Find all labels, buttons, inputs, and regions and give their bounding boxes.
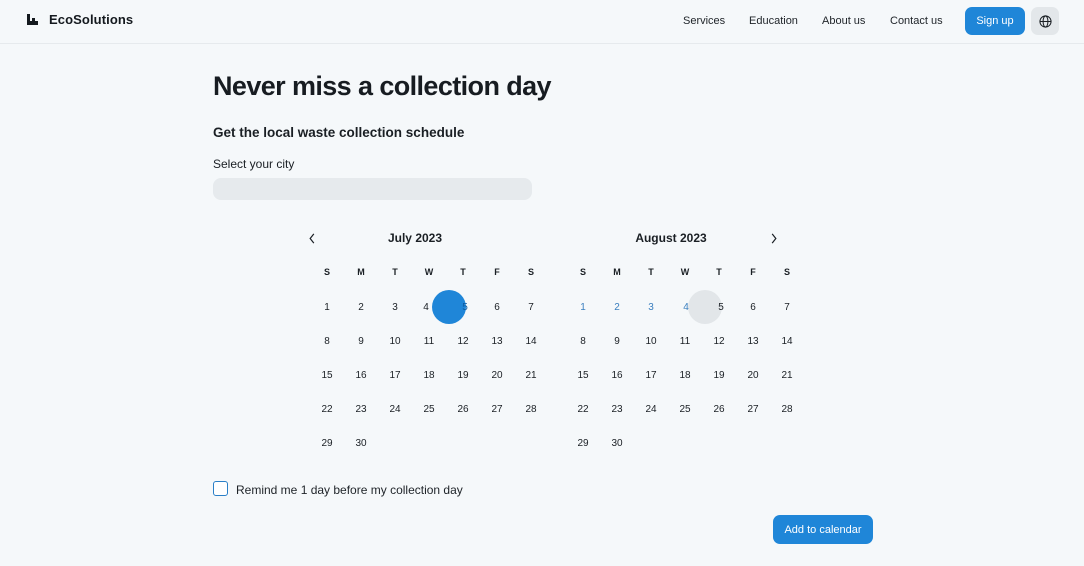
weekday-header: S: [783, 267, 790, 277]
calendar-day[interactable]: 12: [704, 335, 734, 349]
reminder-label: Remind me 1 day before my collection day: [236, 483, 463, 497]
top-navigation-bar: EcoSolutions Services Education About us…: [0, 0, 1084, 44]
calendar-day[interactable]: 1: [312, 301, 342, 315]
calendar-day[interactable]: 30: [346, 437, 376, 451]
city-select-input[interactable]: [213, 178, 532, 200]
weekday-header: S: [527, 267, 534, 277]
calendar-day[interactable]: 15: [568, 369, 598, 383]
weekday-header: F: [750, 267, 756, 277]
nav-education[interactable]: Education: [749, 15, 798, 27]
calendar-day[interactable]: 17: [380, 369, 410, 383]
calendar-day[interactable]: 16: [346, 369, 376, 383]
chevron-left-icon: [309, 233, 315, 243]
selected-calendar-day[interactable]: 5: [450, 301, 480, 315]
weekday-header: S: [579, 267, 586, 277]
calendar-day[interactable]: 25: [670, 403, 700, 417]
globe-icon: [1038, 14, 1052, 28]
page-title: Never miss a collection day: [213, 71, 552, 101]
calendar-day[interactable]: 30: [602, 437, 632, 451]
calendar-day[interactable]: 22: [568, 403, 598, 417]
calendar-day[interactable]: 24: [380, 403, 410, 417]
previous-month-button[interactable]: [304, 229, 320, 247]
section-subtitle: Get the local waste collection schedule: [213, 125, 465, 140]
calendar-day[interactable]: 25: [414, 403, 444, 417]
weekday-header: W: [424, 267, 434, 277]
calendar-day[interactable]: 29: [312, 437, 342, 451]
calendar-day[interactable]: 17: [636, 369, 666, 383]
add-to-calendar-button[interactable]: Add to calendar: [773, 515, 873, 544]
nav-services[interactable]: Services: [683, 15, 725, 27]
calendar-day[interactable]: 13: [738, 335, 768, 349]
calendar-day[interactable]: 7: [772, 301, 802, 315]
calendar-day[interactable]: 6: [738, 301, 768, 315]
next-month-button[interactable]: [766, 229, 782, 247]
month-title-july: July 2023: [387, 231, 443, 245]
calendar-day[interactable]: 22: [312, 403, 342, 417]
reminder-checkbox[interactable]: [213, 481, 228, 496]
calendar-day[interactable]: 8: [568, 335, 598, 349]
calendar-day[interactable]: 19: [704, 369, 734, 383]
weekday-header: T: [648, 267, 654, 277]
calendar-day[interactable]: 14: [772, 335, 802, 349]
hovered-calendar-day[interactable]: 5: [706, 301, 736, 315]
calendar-day[interactable]: 23: [346, 403, 376, 417]
weekday-header: M: [613, 267, 621, 277]
calendar-day[interactable]: 1: [568, 301, 598, 315]
nav-contact-us[interactable]: Contact us: [890, 15, 943, 27]
calendar-day[interactable]: 28: [772, 403, 802, 417]
calendar-day[interactable]: 10: [380, 335, 410, 349]
calendar-day[interactable]: 6: [482, 301, 512, 315]
calendar-day[interactable]: 28: [516, 403, 546, 417]
calendar-day[interactable]: 4: [411, 301, 441, 315]
calendar-day[interactable]: 21: [772, 369, 802, 383]
calendar-day[interactable]: 3: [380, 301, 410, 315]
calendar-day[interactable]: 20: [482, 369, 512, 383]
chevron-right-icon: [771, 233, 777, 243]
calendar-day[interactable]: 9: [346, 335, 376, 349]
calendar-day[interactable]: 2: [346, 301, 376, 315]
calendar-day[interactable]: 26: [448, 403, 478, 417]
month-title-august: August 2023: [635, 231, 707, 245]
calendar-day[interactable]: 8: [312, 335, 342, 349]
calendar-day[interactable]: 27: [738, 403, 768, 417]
sign-up-button[interactable]: Sign up: [965, 7, 1025, 35]
weekday-header: S: [323, 267, 330, 277]
calendar-day[interactable]: 11: [670, 335, 700, 349]
calendar-day[interactable]: 29: [568, 437, 598, 451]
weekday-header: T: [460, 267, 466, 277]
calendar-day[interactable]: 14: [516, 335, 546, 349]
calendar-day[interactable]: 23: [602, 403, 632, 417]
calendar-day[interactable]: 21: [516, 369, 546, 383]
calendar-day[interactable]: 26: [704, 403, 734, 417]
calendar-day[interactable]: 10: [636, 335, 666, 349]
nav-about-us[interactable]: About us: [822, 15, 865, 27]
weekday-header: T: [392, 267, 398, 277]
calendar-day[interactable]: 2: [602, 301, 632, 315]
calendar-day[interactable]: 15: [312, 369, 342, 383]
language-button[interactable]: [1031, 7, 1059, 35]
calendar-day[interactable]: 9: [602, 335, 632, 349]
calendar-day[interactable]: 7: [516, 301, 546, 315]
calendar-day[interactable]: 13: [482, 335, 512, 349]
city-select-label: Select your city: [213, 157, 295, 171]
calendar-day[interactable]: 19: [448, 369, 478, 383]
calendar-day[interactable]: 3: [636, 301, 666, 315]
calendar-day[interactable]: 16: [602, 369, 632, 383]
logo[interactable]: EcoSolutions: [27, 12, 133, 27]
calendar-day[interactable]: 24: [636, 403, 666, 417]
calendar-day[interactable]: 12: [448, 335, 478, 349]
calendar-day[interactable]: 11: [414, 335, 444, 349]
weekday-header: T: [716, 267, 722, 277]
calendar-day[interactable]: 27: [482, 403, 512, 417]
calendar-day[interactable]: 4: [671, 301, 701, 315]
weekday-header: F: [494, 267, 500, 277]
brand-name: EcoSolutions: [49, 12, 134, 27]
weekday-header: M: [357, 267, 365, 277]
logo-icon: [27, 14, 38, 25]
calendar-day[interactable]: 20: [738, 369, 768, 383]
weekday-header: W: [680, 267, 690, 277]
calendar-day[interactable]: 18: [670, 369, 700, 383]
calendar-day[interactable]: 18: [414, 369, 444, 383]
